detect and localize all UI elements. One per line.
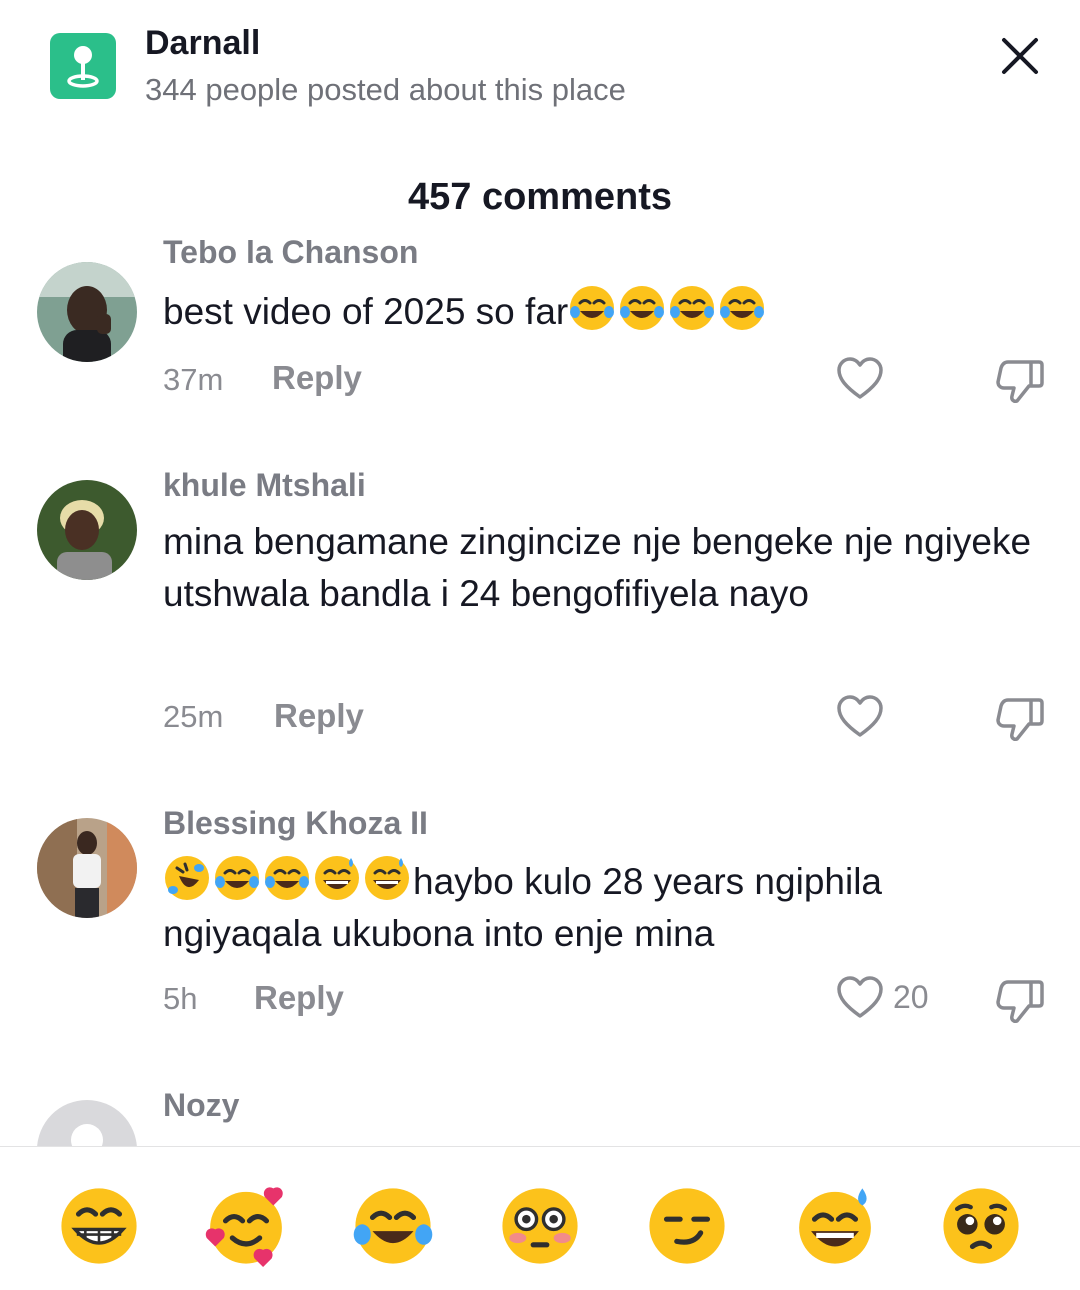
emoji-quick-bar xyxy=(0,1146,1080,1290)
comment-text-body: best video of 2025 so far xyxy=(163,291,569,332)
comment-time: 25m xyxy=(163,699,224,734)
smiling-face-with-hearts-icon[interactable] xyxy=(205,1185,287,1267)
comment-text: mina bengamane zingincize nje bengeke nj… xyxy=(163,521,1032,614)
face-with-tears-of-joy-icon xyxy=(620,286,665,330)
heart-icon[interactable] xyxy=(836,695,884,739)
flushed-face-icon[interactable] xyxy=(499,1185,581,1267)
avatar[interactable] xyxy=(37,818,137,918)
comment-text: haybo kulo 28 years ngiphila ngiyaqala u… xyxy=(163,854,1043,960)
face-with-tears-of-joy-icon xyxy=(570,286,615,330)
comments-sheet: Darnall 344 people posted about this pla… xyxy=(0,0,1080,1290)
avatar[interactable] xyxy=(37,1100,137,1146)
comment-username[interactable]: Tebo la Chanson xyxy=(163,240,418,271)
beaming-face-icon[interactable] xyxy=(58,1185,140,1267)
comment-list[interactable]: Tebo la Chanson best video of 2025 so fa… xyxy=(0,240,1080,1146)
comment-time: 5h xyxy=(163,981,198,1016)
thumbs-down-icon[interactable] xyxy=(996,978,1044,1024)
like-count: 20 xyxy=(893,979,929,1015)
comments-count-title: 457 comments xyxy=(407,176,672,218)
pleading-face-icon[interactable] xyxy=(940,1185,1022,1267)
reply-button[interactable]: Reply xyxy=(272,359,362,397)
avatar[interactable] xyxy=(37,480,137,580)
face-with-tears-of-joy-icon xyxy=(215,856,259,900)
comment-time: 37m xyxy=(163,362,224,397)
heart-icon[interactable] xyxy=(836,976,884,1020)
face-with-tears-of-joy-icon xyxy=(720,286,765,330)
smirking-face-icon[interactable] xyxy=(646,1185,728,1267)
grinning-face-with-sweat-icon[interactable] xyxy=(794,1185,876,1267)
comment-username[interactable]: Nozy xyxy=(163,1087,239,1124)
grinning-face-with-sweat-icon xyxy=(365,856,409,900)
thumbs-down-icon[interactable] xyxy=(996,696,1044,742)
thumbs-down-icon[interactable] xyxy=(996,358,1044,404)
avatar[interactable] xyxy=(37,262,137,362)
heart-icon[interactable] xyxy=(836,357,884,401)
face-with-tears-of-joy-icon xyxy=(265,856,309,900)
comment-text: best video of 2025 so far xyxy=(163,284,1043,338)
face-with-tears-of-joy-icon[interactable] xyxy=(352,1185,434,1267)
reply-button[interactable]: Reply xyxy=(274,697,364,735)
reply-button[interactable]: Reply xyxy=(254,979,344,1017)
close-icon[interactable] xyxy=(996,32,1044,80)
rolling-on-floor-laughing-icon xyxy=(165,856,209,900)
location-pin-icon[interactable] xyxy=(50,33,116,99)
place-post-count: 344 people posted about this place xyxy=(145,72,626,107)
comment-username[interactable]: khule Mtshali xyxy=(163,467,366,504)
face-with-tears-of-joy-icon xyxy=(670,286,715,330)
grinning-face-with-sweat-icon xyxy=(315,856,359,900)
place-name[interactable]: Darnall xyxy=(145,24,260,63)
comment-username[interactable]: Blessing Khoza II xyxy=(163,805,428,842)
